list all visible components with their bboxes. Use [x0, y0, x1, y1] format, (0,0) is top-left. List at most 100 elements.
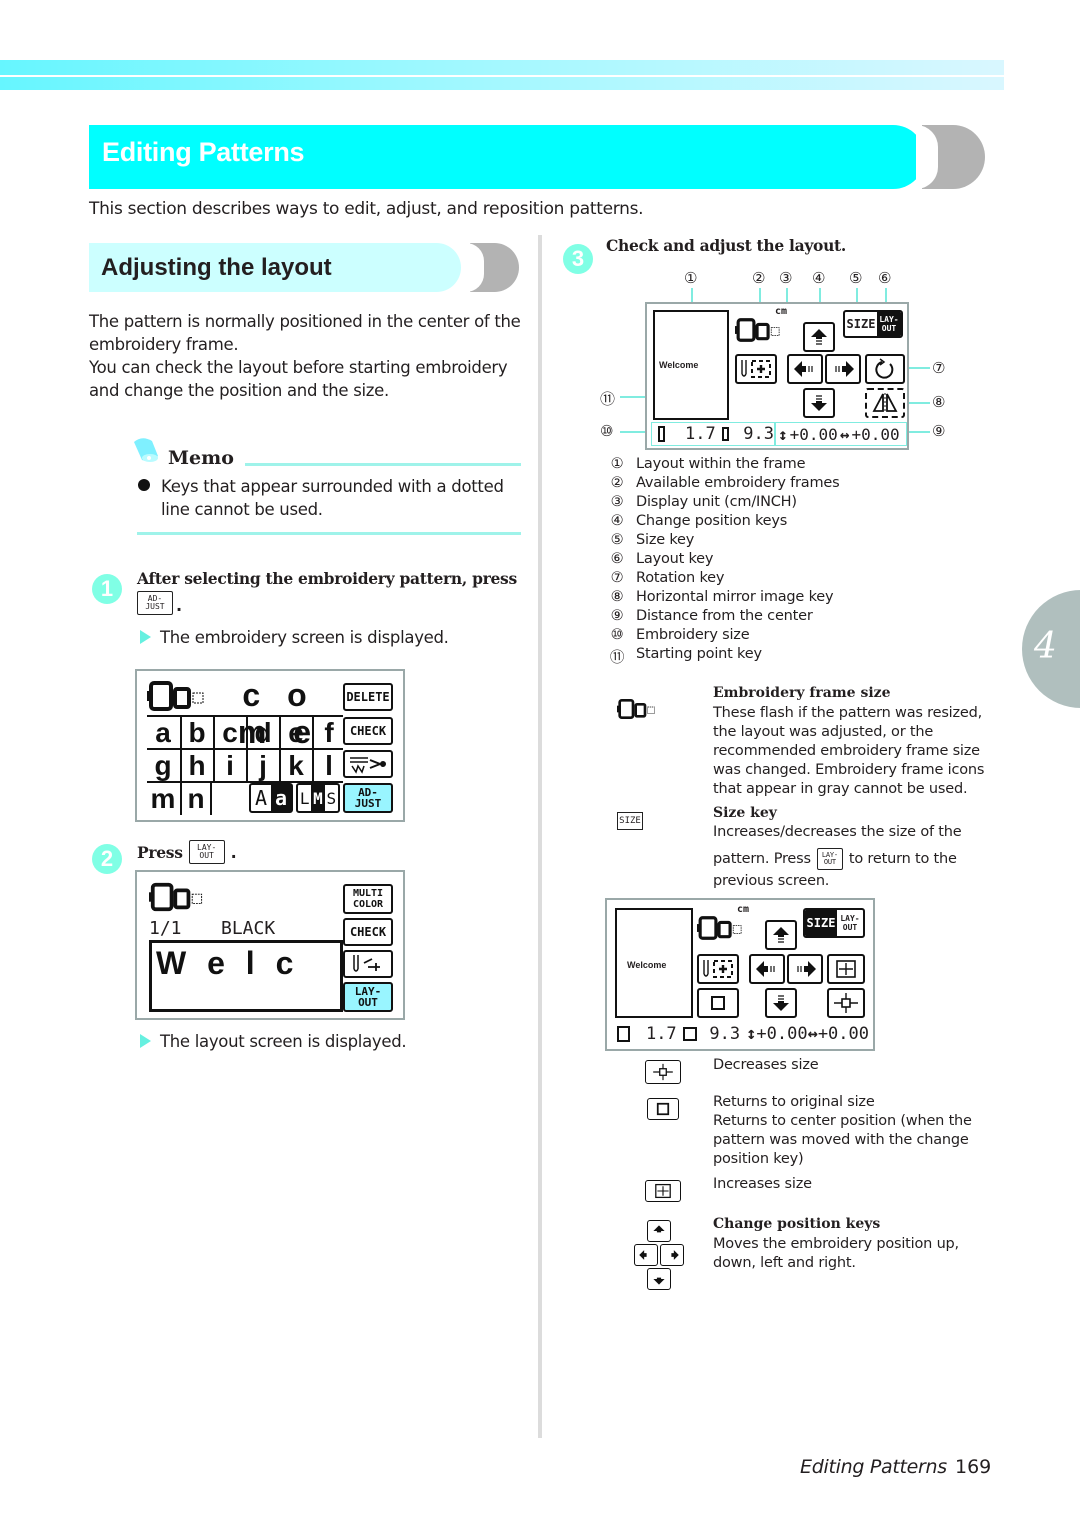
rotate-icon: [875, 358, 894, 379]
legend-item: ② Available embroidery frames: [608, 475, 840, 491]
key-line-2: OUT: [199, 851, 214, 860]
mirror-key[interactable]: [865, 388, 905, 418]
distance-from-center: ↕ +0.00 ↔ +0.00: [775, 422, 907, 446]
stitch-density-key[interactable]: [343, 750, 393, 778]
size-m-option[interactable]: M: [311, 785, 325, 811]
vertical-offset-icon: ↕: [746, 1024, 757, 1044]
check-key[interactable]: CHECK: [343, 918, 393, 946]
chapter-tab-number: 4: [1034, 626, 1057, 667]
starting-point-key[interactable]: [697, 954, 739, 984]
size-readout: 1.7 9.3 ↕ +0.00 ↔ +0.00: [613, 1022, 869, 1046]
multicolor-key[interactable]: MULTI COLOR: [343, 884, 393, 914]
char-key-j[interactable]: j: [246, 750, 278, 782]
legend-label: Rotation key: [636, 570, 725, 586]
thread-cut-icon: [350, 757, 386, 774]
char-key-h[interactable]: h: [180, 750, 212, 782]
char-key-l[interactable]: l: [312, 750, 344, 782]
legend-number: ⑩: [610, 627, 624, 643]
decrease-size-text: Decreases size: [713, 1057, 819, 1073]
center-position-text: Returns to center position (when the pat…: [713, 1113, 972, 1167]
mirror-icon: [872, 393, 898, 413]
embroidery-height: 1.7: [645, 1024, 677, 1044]
legend-number: ①: [610, 456, 624, 472]
embroidery-screen: c o m e DELETE a b c d e f g h i j k l m…: [135, 669, 405, 822]
uppercase-option[interactable]: A: [251, 786, 271, 810]
needle-trim-key[interactable]: [343, 950, 393, 978]
size-layout-keys: SIZE LAY- OUT: [803, 908, 865, 938]
display-unit: cm: [775, 306, 788, 317]
size-key[interactable]: SIZE: [845, 312, 877, 336]
move-up-key[interactable]: [765, 920, 797, 950]
char-key-f[interactable]: f: [312, 717, 344, 749]
bullet-icon: [138, 479, 150, 491]
move-down-key[interactable]: [803, 388, 835, 418]
top-band-line: [0, 75, 1004, 77]
decrease-size-key[interactable]: [827, 988, 865, 1018]
size-select-key[interactable]: L M S: [296, 783, 340, 813]
arrow-down-key-icon: [647, 1268, 671, 1290]
move-down-key[interactable]: [765, 988, 797, 1018]
increase-size-key[interactable]: [827, 954, 865, 984]
height-icon: [617, 1026, 630, 1042]
adjust-key[interactable]: AD- JUST: [343, 783, 393, 813]
height-icon: [658, 426, 665, 442]
lowercase-option[interactable]: a: [271, 785, 291, 811]
size-l-option[interactable]: L: [298, 789, 311, 808]
callout-10: ⑩: [600, 422, 614, 440]
vertical-offset: +0.00: [756, 1024, 808, 1044]
legend-number: ⑧: [610, 589, 624, 605]
starting-point-key[interactable]: [735, 354, 777, 384]
layout-key-line-2: OUT: [842, 923, 858, 932]
arrow-right-key-icon: [660, 1244, 684, 1266]
width-icon: [721, 427, 730, 441]
display-unit: cm: [737, 904, 750, 915]
char-key-i[interactable]: i: [213, 750, 245, 782]
move-left-key[interactable]: [749, 954, 785, 984]
char-key-n[interactable]: n: [180, 783, 212, 815]
layout-key[interactable]: LAY- OUT: [877, 312, 901, 336]
legend-label: Starting point key: [636, 646, 762, 662]
char-key-c[interactable]: c: [213, 717, 245, 749]
move-right-key[interactable]: [787, 954, 823, 984]
original-size-key[interactable]: [697, 988, 739, 1018]
horizontal-offset: +0.00: [851, 424, 900, 444]
callout-5: ⑤: [849, 269, 863, 287]
memo-bullet-text: Keys that appear surrounded with a dotte…: [161, 477, 504, 519]
frame-size-icon: [617, 699, 655, 719]
case-toggle-key[interactable]: A a: [249, 783, 293, 813]
available-frames-icon: [735, 318, 780, 342]
callout-2: ②: [752, 269, 766, 287]
column-divider: [538, 235, 542, 1438]
callout-4: ④: [812, 269, 826, 287]
layout-key[interactable]: LAY- OUT: [343, 982, 393, 1012]
layout-key[interactable]: LAY- OUT: [837, 910, 863, 936]
period: .: [230, 842, 237, 862]
move-left-key[interactable]: [787, 354, 823, 384]
delete-key[interactable]: DELETE: [343, 683, 393, 711]
char-key-a[interactable]: a: [147, 717, 179, 749]
size-key[interactable]: SIZE: [805, 910, 837, 936]
size-key-title: Size key: [713, 805, 777, 821]
rotation-key[interactable]: [865, 354, 905, 384]
legend-item: ① Layout within the frame: [608, 456, 806, 472]
char-key-g[interactable]: g: [147, 750, 179, 782]
char-key-d[interactable]: d: [246, 717, 278, 749]
arrow-left-icon: [639, 1250, 647, 1260]
char-key-b[interactable]: b: [180, 717, 212, 749]
arrow-left-icon: [794, 361, 813, 377]
legend-label: Layout within the frame: [636, 456, 806, 472]
move-up-key[interactable]: [803, 322, 835, 352]
check-key[interactable]: CHECK: [343, 717, 393, 745]
move-right-key[interactable]: [825, 354, 861, 384]
arrow-left-key-icon: [634, 1244, 658, 1266]
char-key-k[interactable]: k: [279, 750, 311, 782]
step-2-instruction: Press LAY- OUT .: [137, 840, 237, 864]
char-key-m[interactable]: m: [147, 783, 179, 815]
char-key-e[interactable]: e: [279, 717, 311, 749]
starting-point-icon: [703, 960, 733, 978]
arrow-down-icon: [653, 1277, 665, 1285]
horizontal-offset: +0.00: [817, 1024, 869, 1044]
section-title: Adjusting the layout: [101, 254, 332, 281]
frame-size-title: Embroidery frame size: [713, 685, 891, 701]
size-s-option[interactable]: S: [325, 789, 338, 808]
